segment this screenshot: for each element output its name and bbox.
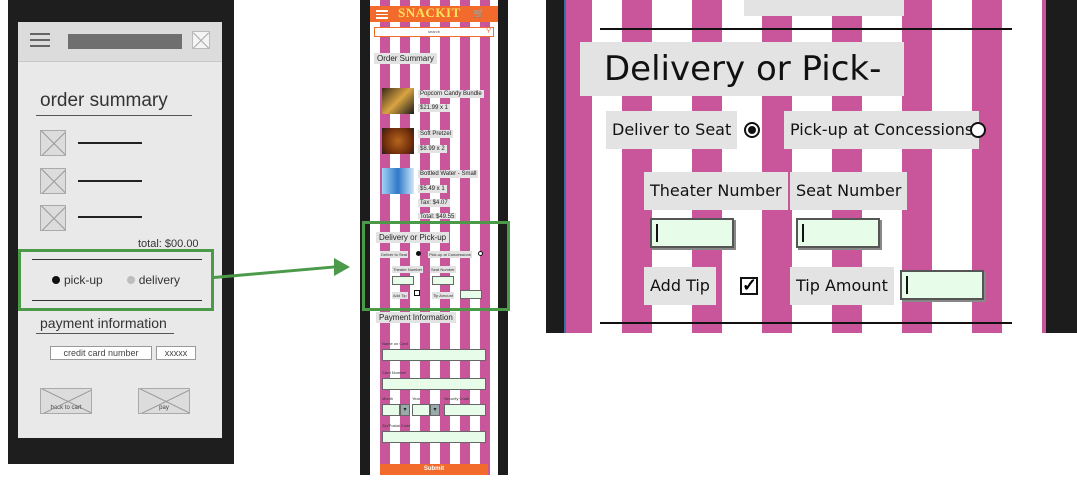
tip-amount-label: Tip Amount	[432, 292, 455, 299]
item-image-placeholder	[40, 205, 66, 231]
zip-code-input[interactable]	[382, 431, 486, 443]
deliver-to-seat-label: Deliver to Seat	[380, 251, 409, 258]
divider	[32, 300, 202, 301]
back-to-cart-button[interactable]: back to cart	[40, 388, 92, 414]
card-number-input[interactable]	[382, 378, 486, 390]
order-summary-title: order summary	[40, 90, 168, 111]
clipped-label	[744, 0, 904, 16]
detail-frame-right	[1046, 0, 1077, 333]
month-select[interactable]	[382, 404, 400, 416]
fulfillment-radio-group: pick-up delivery	[52, 273, 180, 287]
credit-card-field[interactable]: credit card number	[50, 346, 152, 360]
tip-amount-label: Tip Amount	[790, 267, 894, 305]
pickup-label: Pick-up at Concessions	[784, 111, 980, 149]
divider	[36, 333, 174, 334]
payment-title: payment information	[40, 315, 167, 331]
item-image-placeholder	[40, 168, 66, 194]
add-tip-label: Add Tip	[392, 292, 408, 299]
name-on-card-label: Name on Card	[382, 341, 409, 346]
item-price: $5.49 x 1	[418, 185, 447, 193]
divider	[32, 259, 202, 260]
detail-frame-edge	[564, 0, 566, 333]
logo-placeholder	[68, 34, 182, 49]
tip-amount-input[interactable]	[460, 290, 482, 299]
security-code-input[interactable]	[444, 404, 486, 416]
delivery-option[interactable]: delivery	[139, 273, 180, 287]
item-price: $8.99 x 2	[418, 145, 447, 153]
chevron-down-icon[interactable]: ▾	[430, 404, 440, 416]
radio-unselected-icon[interactable]	[126, 276, 135, 284]
item-image	[382, 88, 414, 114]
item-name: Soft Pretzel	[418, 130, 454, 138]
order-summary-title: Order Summary	[374, 53, 437, 64]
submit-button[interactable]: Submit	[380, 464, 488, 475]
radio-unselected-icon[interactable]	[478, 251, 483, 256]
item-line-placeholder	[78, 142, 142, 144]
order-total: Total: $49.55	[418, 213, 457, 219]
theater-number-input[interactable]	[392, 276, 414, 285]
seat-number-label: Seat Number	[430, 266, 456, 273]
menu-icon[interactable]	[376, 10, 388, 21]
theater-number-label: Theater Number	[644, 172, 788, 210]
item-line-placeholder	[78, 180, 142, 182]
tip-amount-input[interactable]	[900, 270, 984, 300]
pay-button[interactable]: pay	[138, 388, 190, 414]
deliver-to-seat-label: Deliver to Seat	[606, 111, 738, 149]
item-image	[382, 168, 414, 194]
payment-title: Payment Information	[376, 312, 456, 323]
delivery-title: Delivery or Pick-up	[580, 42, 904, 143]
pickup-label: Pick-up at Concessions	[428, 251, 472, 258]
add-tip-label: Add Tip	[644, 267, 716, 305]
item-line-placeholder	[78, 216, 142, 218]
seat-number-label: Seat Number	[790, 172, 908, 210]
item-name: Bottled Water - Small	[418, 170, 479, 178]
year-label: Year	[412, 396, 421, 401]
search-input[interactable]: search	[374, 27, 494, 37]
divider	[36, 115, 192, 116]
item-name: Popcorn Candy Bundle	[418, 90, 484, 98]
radio-unselected-icon[interactable]	[970, 122, 986, 138]
divider	[600, 322, 1012, 324]
radio-selected-icon[interactable]	[744, 122, 760, 138]
item-image-placeholder	[40, 130, 66, 156]
zip-code-label: Zip/Postal Code	[382, 423, 411, 428]
menu-icon[interactable]	[30, 33, 50, 47]
security-code-label: Security Code	[444, 396, 470, 401]
month-label: Month	[382, 396, 394, 401]
checkbox-checked-icon[interactable]: ✓	[740, 276, 758, 295]
delivery-title: Delivery or Pick-up	[376, 232, 450, 243]
cvv-field[interactable]: xxxxx	[156, 346, 196, 360]
cart-icon[interactable]	[192, 31, 210, 49]
card-number-label: Card Number	[382, 370, 407, 375]
cart-icon[interactable]: 🛒	[473, 8, 484, 19]
name-on-card-input[interactable]	[382, 349, 486, 361]
checkbox-checked-icon[interactable]	[414, 290, 420, 296]
seat-number-input[interactable]	[432, 276, 454, 285]
chevron-down-icon[interactable]: ▾	[400, 404, 410, 416]
pickup-option[interactable]: pick-up	[64, 273, 103, 287]
divider	[600, 28, 1012, 30]
arrow-head-icon	[334, 258, 350, 276]
year-select[interactable]	[412, 404, 430, 416]
theater-number-input[interactable]	[650, 218, 734, 248]
item-price: $21.99 x 1	[418, 104, 451, 112]
seat-number-input[interactable]	[796, 218, 880, 248]
radio-selected-icon[interactable]	[52, 276, 60, 284]
detail-frame-left	[546, 0, 566, 333]
search-icon[interactable]: ⚲	[486, 26, 491, 34]
theater-number-label: Theater Number	[392, 266, 424, 273]
brand-logo: SNACKIT	[398, 5, 461, 20]
tax: Tax: $4.07	[418, 199, 450, 207]
radio-selected-icon[interactable]	[416, 251, 421, 256]
item-image	[382, 128, 414, 154]
